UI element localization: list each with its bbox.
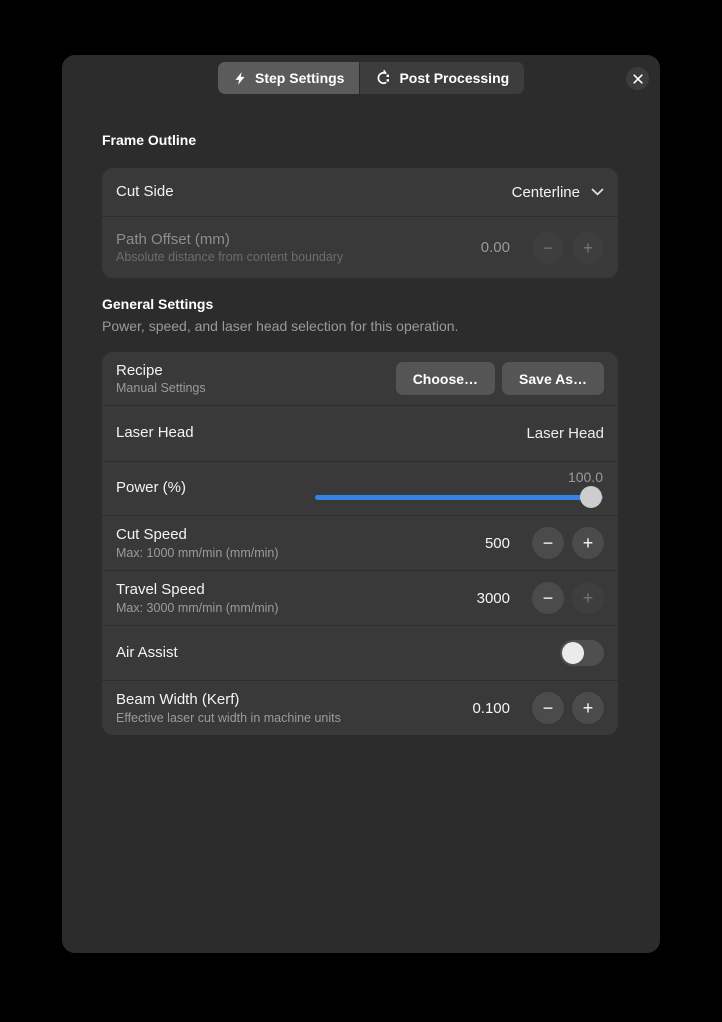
path-offset-label: Path Offset (mm) [116, 231, 343, 250]
section-title-general-settings: General Settings [102, 296, 213, 312]
close-icon [633, 74, 643, 84]
cut-speed-subtitle: Max: 1000 mm/min (mm/min) [116, 546, 279, 560]
power-value: 100.0 [568, 469, 603, 485]
air-assist-label: Air Assist [116, 644, 178, 663]
cut-speed-plus-button[interactable]: + [572, 527, 604, 559]
beam-width-value[interactable]: 0.100 [472, 700, 510, 717]
recipe-subtitle: Manual Settings [116, 381, 206, 395]
beam-width-label: Beam Width (Kerf) [116, 691, 341, 710]
travel-speed-value[interactable]: 3000 [477, 590, 510, 607]
travel-speed-label: Travel Speed [116, 581, 279, 600]
air-assist-toggle-knob[interactable] [562, 642, 584, 664]
step-settings-dialog: Step Settings Post Processing Frame Outl… [62, 55, 660, 953]
power-slider-handle[interactable] [580, 486, 602, 508]
travel-speed-plus-button[interactable]: + [572, 582, 604, 614]
lightning-bolt-icon [233, 71, 247, 86]
tab-label: Post Processing [399, 70, 509, 86]
frame-outline-card: Cut Side Centerline Path Offset (mm) Abs… [102, 168, 618, 278]
travel-speed-row: Travel Speed Max: 3000 mm/min (mm/min) 3… [102, 570, 618, 625]
general-settings-card: Recipe Manual Settings Choose… Save As… … [102, 352, 618, 735]
path-offset-plus-button[interactable]: + [572, 232, 604, 264]
tab-label: Step Settings [255, 70, 344, 86]
cut-side-label: Cut Side [116, 183, 174, 202]
cut-speed-minus-button[interactable]: − [532, 527, 564, 559]
power-slider[interactable]: 100.0 [315, 462, 604, 515]
path-offset-row: Path Offset (mm) Absolute distance from … [102, 216, 618, 278]
cut-speed-label: Cut Speed [116, 526, 279, 545]
tab-bar: Step Settings Post Processing [218, 62, 524, 94]
laser-head-value: Laser Head [526, 425, 604, 442]
cut-side-row[interactable]: Cut Side Centerline [102, 168, 618, 216]
cut-side-value: Centerline [512, 184, 580, 201]
cut-side-dropdown[interactable]: Centerline [512, 184, 604, 201]
travel-speed-subtitle: Max: 3000 mm/min (mm/min) [116, 601, 279, 615]
process-arrows-icon [375, 70, 391, 86]
beam-width-row: Beam Width (Kerf) Effective laser cut wi… [102, 680, 618, 735]
close-button[interactable] [626, 67, 649, 90]
laser-head-row[interactable]: Laser Head Laser Head [102, 405, 618, 461]
choose-recipe-button[interactable]: Choose… [396, 362, 495, 395]
section-title-frame-outline: Frame Outline [102, 132, 196, 148]
beam-width-minus-button[interactable]: − [532, 692, 564, 724]
tab-step-settings[interactable]: Step Settings [218, 62, 359, 94]
cut-speed-row: Cut Speed Max: 1000 mm/min (mm/min) 500 … [102, 515, 618, 570]
power-label: Power (%) [116, 479, 186, 498]
air-assist-toggle[interactable] [560, 640, 604, 666]
chevron-down-icon [591, 188, 604, 196]
general-settings-subtitle: Power, speed, and laser head selection f… [102, 318, 458, 334]
power-row: Power (%) 100.0 [102, 461, 618, 515]
power-slider-track[interactable] [315, 495, 603, 500]
travel-speed-minus-button[interactable]: − [532, 582, 564, 614]
laser-head-label: Laser Head [116, 424, 194, 443]
recipe-label: Recipe [116, 362, 206, 381]
path-offset-value[interactable]: 0.00 [481, 239, 510, 256]
tab-post-processing[interactable]: Post Processing [359, 62, 524, 94]
path-offset-minus-button[interactable]: − [532, 232, 564, 264]
air-assist-row: Air Assist [102, 625, 618, 680]
cut-speed-value[interactable]: 500 [485, 535, 510, 552]
save-as-recipe-button[interactable]: Save As… [502, 362, 604, 395]
path-offset-subtitle: Absolute distance from content boundary [116, 250, 343, 264]
recipe-row: Recipe Manual Settings Choose… Save As… [102, 352, 618, 405]
beam-width-subtitle: Effective laser cut width in machine uni… [116, 711, 341, 725]
beam-width-plus-button[interactable]: + [572, 692, 604, 724]
